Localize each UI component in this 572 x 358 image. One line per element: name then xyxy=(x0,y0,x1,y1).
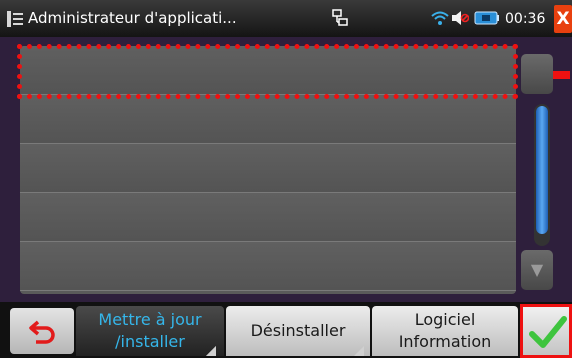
clock: 00:36 xyxy=(505,11,546,27)
tab-label-line2: /installer xyxy=(115,332,185,351)
back-arrow-icon xyxy=(29,320,55,344)
scroll-down-button[interactable]: ▼ xyxy=(521,250,553,290)
window-title: Administrateur d'applicati... xyxy=(28,9,237,27)
battery-icon xyxy=(474,11,499,25)
chevron-down-icon: ▼ xyxy=(530,260,544,279)
tab-label-line1: Logiciel xyxy=(414,310,476,329)
tab-label-line2: Information xyxy=(398,332,492,351)
bottom-toolbar: Mettre à jour /installer Désinstaller Lo… xyxy=(0,302,572,358)
wifi-icon xyxy=(431,11,449,25)
list-item[interactable] xyxy=(20,242,516,291)
status-bar: Administrateur d'applicati... 00:36 X xyxy=(0,0,572,37)
tab-uninstall[interactable]: Désinstaller xyxy=(206,306,370,356)
tab-update-install[interactable]: Mettre à jour /installer xyxy=(76,306,224,356)
highlight-callout xyxy=(17,44,518,99)
tab-notch xyxy=(206,346,216,356)
close-button[interactable]: X xyxy=(554,5,572,33)
scrollbar-thumb[interactable] xyxy=(536,106,548,234)
back-button[interactable] xyxy=(10,308,74,354)
tab-label-line1: Mettre à jour xyxy=(98,310,202,329)
network-icon xyxy=(332,9,348,26)
tab-notch xyxy=(354,346,364,356)
list-item[interactable] xyxy=(20,193,516,242)
tab-label: Désinstaller xyxy=(250,321,346,340)
speaker-muted-icon xyxy=(452,11,469,25)
list-item[interactable] xyxy=(20,95,516,144)
app-menu-icon[interactable] xyxy=(6,9,24,29)
scroll-up-button[interactable] xyxy=(521,54,553,94)
list-item[interactable] xyxy=(20,144,516,193)
tab-software-information[interactable]: Logiciel Information xyxy=(354,306,518,356)
confirm-button[interactable] xyxy=(520,304,572,358)
checkmark-icon xyxy=(529,316,567,348)
